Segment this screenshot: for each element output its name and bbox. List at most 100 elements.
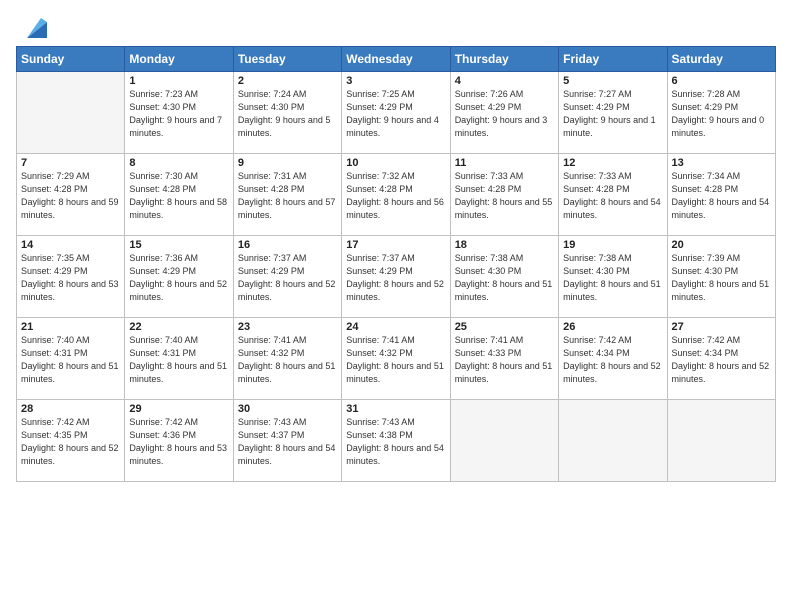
- day-info: Sunrise: 7:29 AMSunset: 4:28 PMDaylight:…: [21, 170, 120, 222]
- day-number: 9: [238, 157, 337, 169]
- calendar-cell: [667, 400, 775, 482]
- day-info: Sunrise: 7:42 AMSunset: 4:36 PMDaylight:…: [129, 416, 228, 468]
- day-number: 19: [563, 239, 662, 251]
- calendar-cell: [450, 400, 558, 482]
- logo-icon: [19, 10, 51, 42]
- day-number: 6: [672, 75, 771, 87]
- day-number: 5: [563, 75, 662, 87]
- day-info: Sunrise: 7:40 AMSunset: 4:31 PMDaylight:…: [21, 334, 120, 386]
- weekday-header-sunday: Sunday: [17, 47, 125, 72]
- day-number: 30: [238, 403, 337, 415]
- calendar-cell: 3 Sunrise: 7:25 AMSunset: 4:29 PMDayligh…: [342, 72, 450, 154]
- day-number: 29: [129, 403, 228, 415]
- calendar-table: SundayMondayTuesdayWednesdayThursdayFrid…: [16, 46, 776, 482]
- weekday-header-tuesday: Tuesday: [233, 47, 341, 72]
- day-info: Sunrise: 7:27 AMSunset: 4:29 PMDaylight:…: [563, 88, 662, 140]
- day-number: 27: [672, 321, 771, 333]
- day-number: 3: [346, 75, 445, 87]
- calendar-cell: 17 Sunrise: 7:37 AMSunset: 4:29 PMDaylig…: [342, 236, 450, 318]
- day-number: 18: [455, 239, 554, 251]
- calendar-cell: 20 Sunrise: 7:39 AMSunset: 4:30 PMDaylig…: [667, 236, 775, 318]
- day-info: Sunrise: 7:43 AMSunset: 4:37 PMDaylight:…: [238, 416, 337, 468]
- calendar-cell: 26 Sunrise: 7:42 AMSunset: 4:34 PMDaylig…: [559, 318, 667, 400]
- day-info: Sunrise: 7:38 AMSunset: 4:30 PMDaylight:…: [563, 252, 662, 304]
- day-info: Sunrise: 7:41 AMSunset: 4:33 PMDaylight:…: [455, 334, 554, 386]
- day-info: Sunrise: 7:40 AMSunset: 4:31 PMDaylight:…: [129, 334, 228, 386]
- calendar-cell: 8 Sunrise: 7:30 AMSunset: 4:28 PMDayligh…: [125, 154, 233, 236]
- calendar-cell: 10 Sunrise: 7:32 AMSunset: 4:28 PMDaylig…: [342, 154, 450, 236]
- day-number: 26: [563, 321, 662, 333]
- day-info: Sunrise: 7:42 AMSunset: 4:35 PMDaylight:…: [21, 416, 120, 468]
- day-info: Sunrise: 7:24 AMSunset: 4:30 PMDaylight:…: [238, 88, 337, 140]
- day-info: Sunrise: 7:35 AMSunset: 4:29 PMDaylight:…: [21, 252, 120, 304]
- calendar-cell: [17, 72, 125, 154]
- day-info: Sunrise: 7:34 AMSunset: 4:28 PMDaylight:…: [672, 170, 771, 222]
- calendar-cell: 28 Sunrise: 7:42 AMSunset: 4:35 PMDaylig…: [17, 400, 125, 482]
- calendar-cell: 5 Sunrise: 7:27 AMSunset: 4:29 PMDayligh…: [559, 72, 667, 154]
- calendar-cell: 25 Sunrise: 7:41 AMSunset: 4:33 PMDaylig…: [450, 318, 558, 400]
- day-number: 21: [21, 321, 120, 333]
- calendar-cell: 14 Sunrise: 7:35 AMSunset: 4:29 PMDaylig…: [17, 236, 125, 318]
- day-number: 16: [238, 239, 337, 251]
- calendar-cell: 22 Sunrise: 7:40 AMSunset: 4:31 PMDaylig…: [125, 318, 233, 400]
- calendar-week-4: 21 Sunrise: 7:40 AMSunset: 4:31 PMDaylig…: [17, 318, 776, 400]
- day-info: Sunrise: 7:41 AMSunset: 4:32 PMDaylight:…: [238, 334, 337, 386]
- day-info: Sunrise: 7:36 AMSunset: 4:29 PMDaylight:…: [129, 252, 228, 304]
- calendar-week-3: 14 Sunrise: 7:35 AMSunset: 4:29 PMDaylig…: [17, 236, 776, 318]
- day-info: Sunrise: 7:37 AMSunset: 4:29 PMDaylight:…: [238, 252, 337, 304]
- calendar-cell: 15 Sunrise: 7:36 AMSunset: 4:29 PMDaylig…: [125, 236, 233, 318]
- calendar-cell: 13 Sunrise: 7:34 AMSunset: 4:28 PMDaylig…: [667, 154, 775, 236]
- day-number: 17: [346, 239, 445, 251]
- calendar-cell: 18 Sunrise: 7:38 AMSunset: 4:30 PMDaylig…: [450, 236, 558, 318]
- calendar-week-1: 1 Sunrise: 7:23 AMSunset: 4:30 PMDayligh…: [17, 72, 776, 154]
- calendar-cell: 29 Sunrise: 7:42 AMSunset: 4:36 PMDaylig…: [125, 400, 233, 482]
- day-number: 24: [346, 321, 445, 333]
- calendar-cell: 19 Sunrise: 7:38 AMSunset: 4:30 PMDaylig…: [559, 236, 667, 318]
- day-info: Sunrise: 7:33 AMSunset: 4:28 PMDaylight:…: [563, 170, 662, 222]
- day-number: 14: [21, 239, 120, 251]
- calendar-cell: 21 Sunrise: 7:40 AMSunset: 4:31 PMDaylig…: [17, 318, 125, 400]
- day-number: 12: [563, 157, 662, 169]
- calendar-week-5: 28 Sunrise: 7:42 AMSunset: 4:35 PMDaylig…: [17, 400, 776, 482]
- calendar-cell: 11 Sunrise: 7:33 AMSunset: 4:28 PMDaylig…: [450, 154, 558, 236]
- day-info: Sunrise: 7:23 AMSunset: 4:30 PMDaylight:…: [129, 88, 228, 140]
- calendar-cell: 31 Sunrise: 7:43 AMSunset: 4:38 PMDaylig…: [342, 400, 450, 482]
- calendar-cell: 24 Sunrise: 7:41 AMSunset: 4:32 PMDaylig…: [342, 318, 450, 400]
- calendar-cell: 4 Sunrise: 7:26 AMSunset: 4:29 PMDayligh…: [450, 72, 558, 154]
- weekday-header-wednesday: Wednesday: [342, 47, 450, 72]
- day-info: Sunrise: 7:42 AMSunset: 4:34 PMDaylight:…: [672, 334, 771, 386]
- day-info: Sunrise: 7:43 AMSunset: 4:38 PMDaylight:…: [346, 416, 445, 468]
- day-info: Sunrise: 7:38 AMSunset: 4:30 PMDaylight:…: [455, 252, 554, 304]
- day-number: 31: [346, 403, 445, 415]
- weekday-header-row: SundayMondayTuesdayWednesdayThursdayFrid…: [17, 47, 776, 72]
- logo: [16, 14, 51, 42]
- header: [16, 10, 776, 42]
- day-info: Sunrise: 7:41 AMSunset: 4:32 PMDaylight:…: [346, 334, 445, 386]
- day-number: 7: [21, 157, 120, 169]
- day-number: 28: [21, 403, 120, 415]
- calendar-cell: 2 Sunrise: 7:24 AMSunset: 4:30 PMDayligh…: [233, 72, 341, 154]
- day-number: 4: [455, 75, 554, 87]
- day-info: Sunrise: 7:37 AMSunset: 4:29 PMDaylight:…: [346, 252, 445, 304]
- page-container: SundayMondayTuesdayWednesdayThursdayFrid…: [0, 0, 792, 492]
- weekday-header-monday: Monday: [125, 47, 233, 72]
- calendar-cell: 16 Sunrise: 7:37 AMSunset: 4:29 PMDaylig…: [233, 236, 341, 318]
- calendar-cell: 9 Sunrise: 7:31 AMSunset: 4:28 PMDayligh…: [233, 154, 341, 236]
- day-number: 1: [129, 75, 228, 87]
- day-info: Sunrise: 7:28 AMSunset: 4:29 PMDaylight:…: [672, 88, 771, 140]
- weekday-header-saturday: Saturday: [667, 47, 775, 72]
- calendar-week-2: 7 Sunrise: 7:29 AMSunset: 4:28 PMDayligh…: [17, 154, 776, 236]
- day-number: 11: [455, 157, 554, 169]
- day-number: 15: [129, 239, 228, 251]
- calendar-cell: 27 Sunrise: 7:42 AMSunset: 4:34 PMDaylig…: [667, 318, 775, 400]
- weekday-header-thursday: Thursday: [450, 47, 558, 72]
- weekday-header-friday: Friday: [559, 47, 667, 72]
- day-number: 8: [129, 157, 228, 169]
- calendar-cell: 1 Sunrise: 7:23 AMSunset: 4:30 PMDayligh…: [125, 72, 233, 154]
- day-number: 23: [238, 321, 337, 333]
- day-info: Sunrise: 7:32 AMSunset: 4:28 PMDaylight:…: [346, 170, 445, 222]
- day-number: 2: [238, 75, 337, 87]
- day-info: Sunrise: 7:30 AMSunset: 4:28 PMDaylight:…: [129, 170, 228, 222]
- calendar-cell: 23 Sunrise: 7:41 AMSunset: 4:32 PMDaylig…: [233, 318, 341, 400]
- day-info: Sunrise: 7:25 AMSunset: 4:29 PMDaylight:…: [346, 88, 445, 140]
